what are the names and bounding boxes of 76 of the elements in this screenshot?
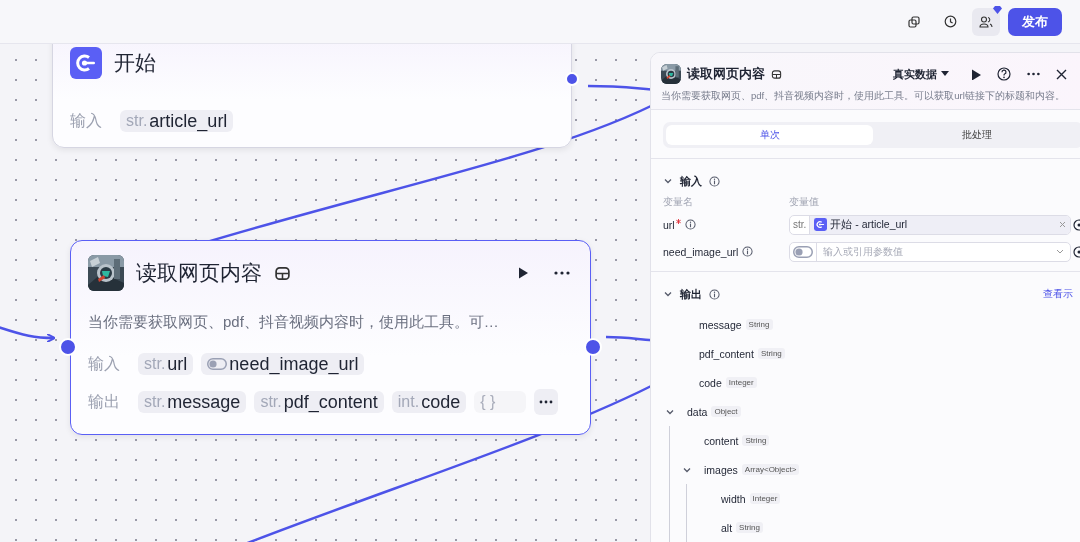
field-name: data (687, 405, 708, 418)
type-badge: Integer (725, 377, 757, 388)
field-name: images (704, 463, 738, 476)
section-title: 输入 (680, 173, 702, 189)
plugin-icon (274, 264, 291, 282)
parameter-chip: str.url (138, 353, 194, 375)
panel-title: 读取网页内容 (687, 65, 765, 83)
row-label: 输入 (70, 110, 103, 131)
type-badge: String (745, 319, 773, 330)
parameter-chip: str.message (138, 391, 247, 413)
tab[interactable]: 单次 (666, 125, 873, 145)
more-icon (539, 400, 554, 404)
data-mode-dropdown[interactable]: 真实数据 (893, 66, 949, 82)
node-title: 读取网页内容 (136, 260, 262, 286)
clock-icon (943, 15, 957, 28)
column-header: 变量值 (789, 195, 820, 209)
toggle-icon (793, 245, 813, 258)
node-card[interactable]: 开始 输入 str.article_url (52, 44, 572, 148)
node-description: 当你需要获取网页、pdf、抖音视频内容时，使用此工具。可… (88, 313, 500, 332)
connector-line (0, 324, 56, 343)
close-icon[interactable] (1056, 68, 1067, 80)
view-example-link[interactable]: 查看示 (1043, 287, 1079, 301)
publish-button[interactable]: 发布 (1008, 7, 1062, 36)
duplicate-icon (908, 15, 920, 28)
info-icon[interactable] (684, 219, 696, 230)
field-name: pdf_content (699, 347, 754, 360)
field-name: width (721, 492, 746, 505)
collaborators-button[interactable] (972, 7, 1000, 36)
chevron-down-icon (1056, 248, 1064, 255)
info-icon[interactable] (742, 246, 754, 257)
field-name: content (704, 434, 739, 447)
chevron-icon[interactable] (663, 289, 673, 299)
info-icon[interactable] (709, 288, 720, 300)
variable-name: url (663, 218, 675, 231)
parameter-chip: str.pdf_content (254, 391, 384, 413)
type-badge: String (742, 435, 770, 446)
section-title: 输出 (680, 286, 702, 302)
toggle-icon (207, 358, 228, 370)
start-node-icon (814, 218, 828, 231)
more-button[interactable] (534, 389, 559, 415)
value-field[interactable]: 输入或引用参数值 (789, 241, 1071, 262)
column-header: 变量名 (663, 195, 694, 209)
type-badge: String (757, 348, 785, 359)
tab[interactable]: 批处理 (873, 125, 1080, 145)
people-icon (979, 15, 993, 28)
chevron-icon[interactable] (663, 176, 673, 186)
start-node-icon (70, 47, 102, 79)
value-input[interactable]: 输入或引用参数值 (817, 242, 1056, 261)
type-badge: Integer (749, 493, 781, 504)
more-icon[interactable] (554, 271, 570, 275)
plugin-icon (771, 68, 782, 80)
field-name: code (699, 376, 722, 389)
type-badge: Array<Object> (741, 464, 800, 475)
row-label: 输入 (88, 353, 121, 374)
output-handle[interactable] (565, 72, 579, 86)
parameter-chip: str.article_url (120, 110, 234, 132)
info-icon[interactable] (709, 175, 720, 187)
node-card[interactable]: 读取网页内容 当你需要获取网页、pdf、抖音视频内容时，使用此工具。可… 输入 str.url need_image_url 输出 str.message str.pdf_content int.code { } (70, 240, 591, 435)
field-name: message (699, 318, 742, 331)
variable-name: need_image_url (663, 245, 739, 258)
play-icon[interactable] (516, 266, 530, 280)
parameter-chip: { } (474, 391, 527, 413)
help-icon[interactable] (997, 67, 1011, 81)
type-badge: String (736, 522, 763, 533)
parameter-chip: need_image_url (201, 353, 365, 375)
input-handle[interactable] (59, 337, 77, 356)
more-icon[interactable] (1027, 72, 1040, 76)
play-icon[interactable] (969, 68, 981, 80)
type-badge: Object (711, 406, 741, 417)
reference-field[interactable]: str. 开始 - article_url (789, 214, 1071, 235)
node-title: 开始 (114, 50, 156, 76)
panel-description: 当你需要获取网页、pdf、抖音视频内容时，使用此工具。可以获取url链接下的标题和内容。 (661, 89, 1066, 103)
caret-icon (941, 71, 949, 77)
field-name: alt (721, 521, 733, 534)
parameter-chip: int.code (391, 391, 467, 413)
row-label: 输出 (88, 391, 121, 412)
